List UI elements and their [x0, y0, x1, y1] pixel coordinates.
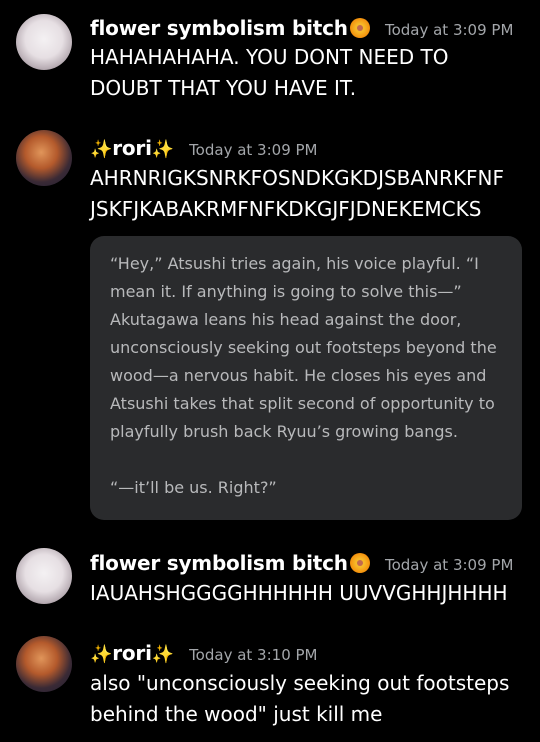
message-line: IAUAHSHGGGGHHHHHH UUVVGHHJHHHH	[90, 581, 508, 605]
message-content: also "unconsciously seeking out footstep…	[90, 668, 530, 730]
sparkles-icon: ✨	[151, 644, 174, 665]
message-header: ✨rori✨ Today at 3:10 PM	[90, 641, 318, 665]
author-name-text: rori	[112, 641, 152, 665]
message-line: also "unconsciously seeking out footstep…	[90, 671, 510, 695]
blossom-icon	[349, 553, 370, 573]
avatar[interactable]	[16, 636, 72, 692]
author-name[interactable]: ✨rori✨	[90, 136, 174, 160]
author-name[interactable]: ✨rori✨	[90, 641, 174, 665]
timestamp: Today at 3:09 PM	[384, 21, 514, 39]
attachment-paragraph: “—it’ll be us. Right?”	[110, 478, 277, 497]
message-line: HAHAHAHAHA. YOU DONT NEED TO	[90, 45, 449, 69]
sparkles-icon: ✨	[90, 139, 113, 160]
message-header: ✨rori✨ Today at 3:09 PM	[90, 136, 318, 160]
blossom-icon	[349, 18, 370, 38]
message-content: IAUAHSHGGGGHHHHHH UUVVGHHJHHHH	[90, 578, 530, 609]
avatar[interactable]	[16, 130, 72, 186]
message-line: behind the wood" just kill me	[90, 702, 383, 726]
timestamp: Today at 3:09 PM	[384, 556, 514, 574]
message-content: AHRNRIGKSNRKFOSNDKGKDJSBANRKFNF JSKFJKAB…	[90, 163, 530, 225]
message-line: JSKFJKABAKRMFNFKDKGJFJDNEKEMCKS	[90, 197, 482, 221]
timestamp: Today at 3:10 PM	[189, 646, 318, 664]
attachment-text: “Hey,” Atsushi tries again, his voice pl…	[110, 250, 510, 530]
message-header: flower symbolism bitch Today at 3:09 PM	[90, 551, 513, 575]
sparkles-icon: ✨	[90, 644, 113, 665]
timestamp: Today at 3:09 PM	[189, 141, 318, 159]
avatar[interactable]	[16, 14, 72, 70]
avatar[interactable]	[16, 548, 72, 604]
sparkles-icon: ✨	[151, 139, 174, 160]
attachment-paragraph: “Hey,” Atsushi tries again, his voice pl…	[110, 254, 497, 441]
author-name[interactable]: flower symbolism bitch	[90, 16, 348, 40]
author-name-text: rori	[112, 136, 152, 160]
image-attachment[interactable]: “Hey,” Atsushi tries again, his voice pl…	[90, 236, 522, 520]
author-name[interactable]: flower symbolism bitch	[90, 551, 348, 575]
message-line: AHRNRIGKSNRKFOSNDKGKDJSBANRKFNF	[90, 166, 505, 190]
message-content: HAHAHAHAHA. YOU DONT NEED TO DOUBT THAT …	[90, 42, 530, 104]
message-line: DOUBT THAT YOU HAVE IT.	[90, 76, 357, 100]
message-header: flower symbolism bitch Today at 3:09 PM	[90, 16, 513, 40]
